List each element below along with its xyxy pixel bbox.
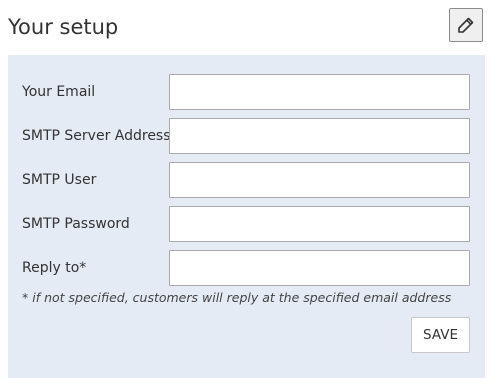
setup-header: Your setup — [0, 0, 493, 54]
smtp-user-label: SMTP User — [22, 172, 97, 188]
smtp-user-row: SMTP User — [8, 162, 485, 198]
smtp-password-field[interactable] — [169, 206, 470, 242]
save-button[interactable]: SAVE — [411, 317, 470, 353]
edit-button[interactable] — [449, 8, 483, 42]
reply-to-note: * if not specified, customers will reply… — [22, 290, 452, 305]
pencil-icon — [457, 16, 475, 34]
email-field[interactable] — [169, 74, 470, 110]
reply-to-field[interactable] — [169, 250, 470, 286]
smtp-server-field[interactable] — [169, 118, 470, 154]
email-label: Your Email — [22, 84, 96, 100]
smtp-server-row: SMTP Server Address — [8, 118, 485, 154]
smtp-password-label: SMTP Password — [22, 216, 130, 232]
smtp-user-field[interactable] — [169, 162, 470, 198]
page-title: Your setup — [8, 15, 119, 39]
reply-to-label: Reply to* — [22, 260, 87, 276]
smtp-server-label: SMTP Server Address — [22, 128, 171, 144]
reply-to-row: Reply to* — [8, 250, 485, 286]
smtp-password-row: SMTP Password — [8, 206, 485, 242]
email-row: Your Email — [8, 74, 485, 110]
setup-form-panel: Your Email SMTP Server Address SMTP User… — [8, 55, 485, 378]
